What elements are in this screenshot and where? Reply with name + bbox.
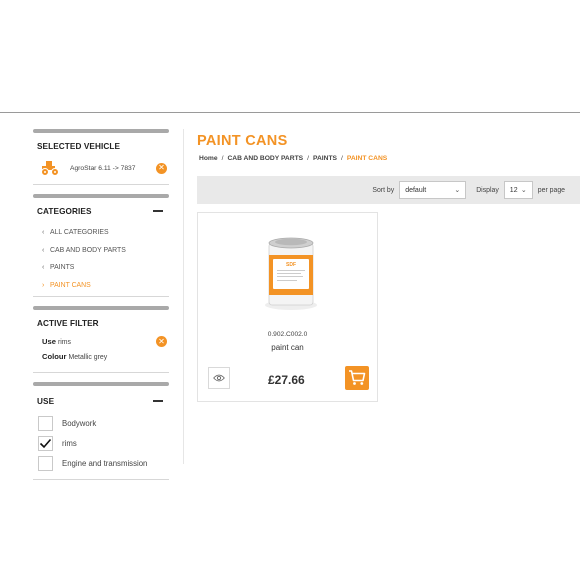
chevron-left-icon: ‹	[42, 264, 45, 272]
use-option-label: rims	[62, 438, 77, 448]
active-filter-colour: Colour Metallic grey	[33, 349, 169, 364]
panel-bar	[33, 129, 169, 133]
display-value: 12	[509, 186, 518, 194]
filter-value: Metallic grey	[68, 354, 108, 361]
selected-vehicle-panel: SELECTED VEHICLE AgroStar 6.11 -> 7837 ✕	[33, 129, 169, 185]
panel-bar	[33, 194, 169, 198]
category-label: CAB AND BODY PARTS	[50, 246, 126, 254]
category-item-cab-and-body-parts[interactable]: ‹ CAB AND BODY PARTS	[42, 242, 169, 260]
active-filter-use: Use rims ✕	[33, 334, 169, 349]
panel-divider	[33, 296, 169, 297]
page-title: PAINT CANS	[197, 133, 288, 149]
category-list: ‹ ALL CATEGORIES ‹ CAB AND BODY PARTS ‹ …	[33, 224, 169, 294]
selected-vehicle-row: AgroStar 6.11 -> 7837 ✕	[33, 160, 169, 176]
breadcrumb-paints[interactable]: PAINTS	[313, 155, 337, 162]
panel-header: CATEGORIES	[33, 205, 169, 217]
breadcrumb-separator: /	[307, 155, 309, 162]
use-option-list: Bodywork rims Engine and transmission	[33, 413, 169, 473]
collapse-icon[interactable]	[153, 210, 163, 212]
breadcrumb-home[interactable]: Home	[199, 155, 218, 162]
sidebar-divider	[183, 129, 184, 464]
checkbox-checked[interactable]	[38, 435, 53, 451]
checkmark-icon	[39, 438, 52, 448]
active-filter-title: ACTIVE FILTER	[37, 318, 99, 328]
remove-filter-button[interactable]: ✕	[156, 336, 167, 347]
add-to-cart-button[interactable]	[345, 366, 369, 390]
filter-key: Use	[42, 337, 56, 346]
sidebar: SELECTED VEHICLE AgroStar 6.11 -> 7837 ✕…	[33, 129, 169, 489]
sort-select[interactable]: default ⌄	[399, 181, 467, 199]
display-label: Display	[476, 186, 499, 194]
panel-divider	[33, 372, 169, 373]
checkbox[interactable]	[38, 455, 53, 471]
breadcrumb-current: PAINT CANS	[346, 155, 388, 162]
cart-icon	[349, 370, 366, 385]
breadcrumb: Home / CAB AND BODY PARTS / PAINTS / PAI…	[197, 155, 580, 162]
per-page-label: per page	[537, 186, 565, 194]
breadcrumb-separator: /	[341, 155, 343, 162]
filter-text: Colour Metallic grey	[42, 352, 107, 361]
header-divider	[0, 112, 580, 113]
filter-value: rims	[57, 339, 71, 346]
category-label: PAINT CANS	[50, 281, 91, 289]
filter-text: Use rims	[42, 337, 71, 346]
chevron-right-icon: ›	[42, 281, 45, 289]
remove-vehicle-button[interactable]: ✕	[156, 162, 167, 174]
active-filter-panel: ACTIVE FILTER Use rims ✕ Colour Metallic g…	[33, 306, 169, 373]
chevron-left-icon: ‹	[42, 229, 45, 237]
category-item-all[interactable]: ‹ ALL CATEGORIES	[42, 224, 169, 242]
product-sku: 0.902.C002.0	[267, 331, 308, 338]
main-content: PAINT CANS Home / CAB AND BODY PARTS / P…	[197, 133, 580, 402]
category-item-paint-cans[interactable]: › PAINT CANS	[42, 277, 169, 295]
product-card[interactable]: SDF 0.902.C002.0 paint can £27.66	[197, 212, 378, 402]
active-filter-list: Use rims ✕ Colour Metallic grey	[33, 334, 169, 364]
panel-header: SELECTED VEHICLE	[33, 140, 169, 152]
chevron-down-icon: ⌄	[520, 187, 527, 194]
chevron-left-icon: ‹	[42, 246, 45, 254]
listing-toolbar: Sort by default ⌄ Display 12 ⌄ per page	[197, 176, 580, 204]
eye-icon	[213, 374, 225, 382]
use-option-rims[interactable]: rims	[38, 433, 169, 453]
breadcrumb-cab-and-body-parts[interactable]: CAB AND BODY PARTS	[227, 155, 303, 162]
breadcrumb-separator: /	[221, 155, 224, 162]
paint-can-image[interactable]: SDF	[261, 233, 321, 313]
category-label: ALL CATEGORIES	[50, 229, 109, 237]
checkbox[interactable]	[38, 415, 53, 431]
tractor-icon	[41, 161, 59, 176]
can-brand-text: SDF	[286, 262, 296, 268]
vehicle-name: AgroStar 6.11 -> 7837	[70, 164, 136, 172]
panel-header: USE	[33, 395, 169, 407]
collapse-icon[interactable]	[153, 400, 163, 402]
quick-view-button[interactable]	[208, 367, 230, 389]
use-title: USE	[37, 396, 55, 406]
use-option-engine-and-transmission[interactable]: Engine and transmission	[38, 453, 169, 473]
category-label: PAINTS	[50, 264, 75, 272]
use-option-label: Bodywork	[62, 418, 97, 428]
category-item-paints[interactable]: ‹ PAINTS	[42, 259, 169, 277]
use-option-label: Engine and transmission	[62, 458, 148, 468]
chevron-down-icon: ⌄	[454, 187, 461, 194]
sort-value: default	[405, 186, 427, 194]
panel-bar	[33, 382, 169, 386]
categories-title: CATEGORIES	[37, 206, 92, 216]
use-filter-panel: USE Bodywork rims Engine and transmissio…	[33, 382, 169, 480]
panel-divider	[33, 184, 169, 185]
categories-panel: CATEGORIES ‹ ALL CATEGORIES ‹ CAB AND BO…	[33, 194, 169, 297]
product-name[interactable]: paint can	[198, 343, 377, 352]
use-option-bodywork[interactable]: Bodywork	[38, 413, 169, 433]
panel-bar	[33, 306, 169, 310]
panel-header: ACTIVE FILTER	[33, 317, 169, 329]
sort-label: Sort by	[372, 186, 395, 194]
product-price: £27.66	[268, 373, 305, 387]
panel-divider	[33, 479, 169, 480]
display-select[interactable]: 12 ⌄	[503, 181, 533, 199]
filter-key: Colour	[42, 352, 67, 361]
selected-vehicle-title: SELECTED VEHICLE	[37, 141, 121, 151]
